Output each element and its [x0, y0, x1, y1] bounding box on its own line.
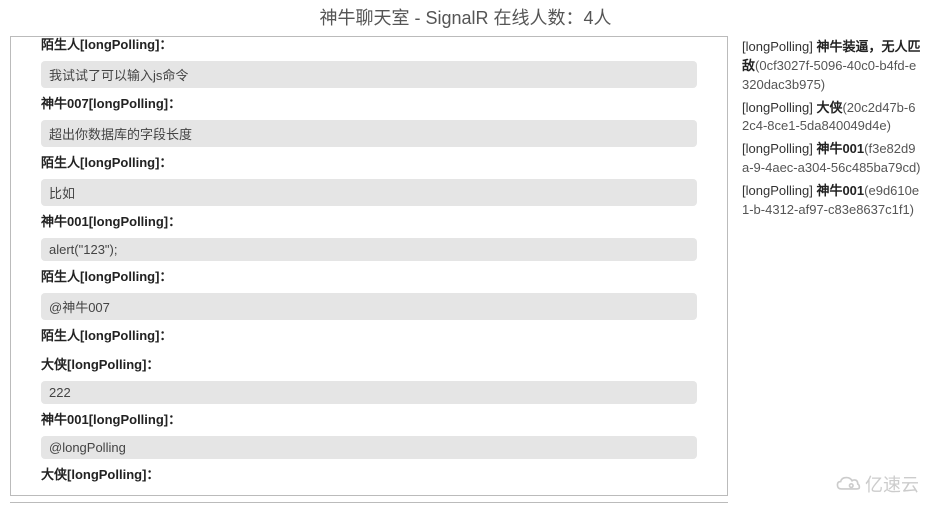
watermark: 亿速云	[835, 471, 919, 497]
user-protocol: [longPolling]	[742, 183, 813, 198]
main-container: 怎么草除 陌生人[longPolling]： 我试试了可以输入js命令 神牛00…	[0, 36, 931, 496]
input-box-top-border	[10, 502, 728, 506]
message-text: 我试试了可以输入js命令	[41, 61, 697, 88]
user-protocol: [longPolling]	[742, 100, 813, 115]
user-protocol: [longPolling]	[742, 141, 813, 156]
message-author: 大侠[longPolling]：	[17, 352, 721, 375]
message-author: 陌生人[longPolling]：	[17, 150, 721, 173]
watermark-text: 亿速云	[865, 471, 919, 497]
message-block: 我试试了可以输入js命令 神牛007[longPolling]：	[17, 61, 721, 114]
message-text: @神牛007	[41, 293, 697, 320]
message-text: @longPolling	[41, 436, 697, 459]
user-id: (0cf3027f-5096-40c0-b4fd-e320dac3b975)	[742, 58, 916, 92]
user-name: 神牛001	[816, 183, 864, 198]
user-list-item[interactable]: [longPolling] 神牛001(f3e82d9a-9-4aec-a304…	[742, 140, 921, 178]
user-protocol: [longPolling]	[742, 39, 813, 54]
message-block: @longPolling 大侠[longPolling]：	[17, 436, 721, 485]
online-users-panel: [longPolling] 神牛装逼，无人匹敌(0cf3027f-5096-40…	[742, 36, 921, 496]
message-author: 陌生人[longPolling]：	[17, 323, 721, 346]
message-author: 神牛001[longPolling]：	[17, 407, 721, 430]
message-block: 比如 神牛001[longPolling]：	[17, 179, 721, 232]
message-text: alert("123");	[41, 238, 697, 261]
message-block: 超出你数据库的字段长度 陌生人[longPolling]：	[17, 120, 721, 173]
message-author: 陌生人[longPolling]：	[17, 36, 721, 55]
message-block: 222 神牛001[longPolling]：	[17, 381, 721, 430]
user-name: 神牛001	[816, 141, 864, 156]
message-text: 比如	[41, 179, 697, 206]
message-block: 怎么草除 陌生人[longPolling]：	[17, 36, 721, 55]
message-text: 222	[41, 381, 697, 404]
cloud-icon	[835, 474, 861, 494]
message-block: @神牛007 陌生人[longPolling]：	[17, 293, 721, 346]
message-author: 神牛007[longPolling]：	[17, 91, 721, 114]
message-text: 超出你数据库的字段长度	[41, 120, 697, 147]
user-list-item[interactable]: [longPolling] 大侠(20c2d47b-62c4-8ce1-5da8…	[742, 99, 921, 137]
message-block: 大侠[longPolling]：	[17, 352, 721, 375]
chat-message-panel[interactable]: 怎么草除 陌生人[longPolling]： 我试试了可以输入js命令 神牛00…	[10, 36, 728, 496]
user-list-item[interactable]: [longPolling] 神牛001(e9d610e1-b-4312-af97…	[742, 182, 921, 220]
message-author: 陌生人[longPolling]：	[17, 264, 721, 287]
user-list-item[interactable]: [longPolling] 神牛装逼，无人匹敌(0cf3027f-5096-40…	[742, 38, 921, 95]
page-title: 神牛聊天室 - SignalR 在线人数：4人	[0, 0, 931, 36]
user-name: 大侠	[816, 100, 842, 115]
message-block: alert("123"); 陌生人[longPolling]：	[17, 238, 721, 287]
message-author: 神牛001[longPolling]：	[17, 209, 721, 232]
message-author: 大侠[longPolling]：	[17, 462, 721, 485]
